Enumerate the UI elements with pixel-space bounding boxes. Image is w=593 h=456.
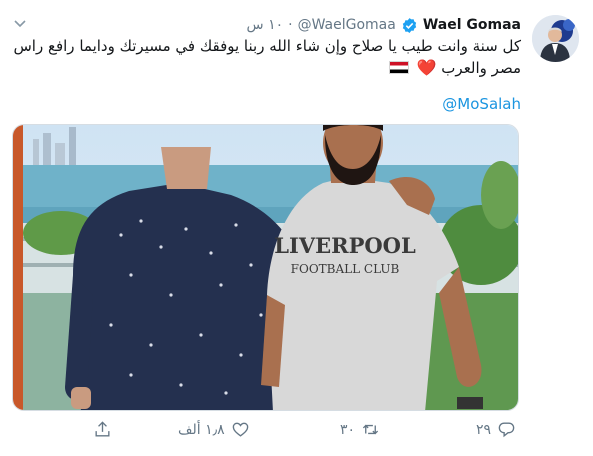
chevron-down-icon[interactable] (12, 15, 28, 31)
tweet-header: Wael Gomaa @WaelGomaa · ١٠ س (247, 14, 521, 36)
tweet-text-line1: كل سنة وانت طيب يا صلاح وإن شاء الله ربن… (13, 37, 522, 55)
handle[interactable]: @WaelGomaa (298, 17, 396, 33)
tweet-actions: ١٫٨ ألف ٣٠ ٢٩ (0, 418, 593, 446)
tweet-text: كل سنة وانت طيب يا صلاح وإن شاء الله ربن… (11, 36, 522, 79)
reply-count: ٢٩ (476, 421, 492, 438)
share-icon (95, 421, 110, 437)
tweet-card[interactable]: Wael Gomaa @WaelGomaa · ١٠ س كل سنة وانت… (0, 0, 593, 456)
shirt-text-line1: LIVERPOOL (274, 233, 416, 258)
avatar[interactable] (532, 15, 579, 62)
shirt-text-line2: FOOTBALL CLUB (291, 262, 400, 276)
verified-badge-icon (402, 17, 417, 33)
reply-button[interactable]: ٢٩ (476, 420, 516, 439)
retweet-button[interactable]: ٣٠ (340, 420, 380, 439)
reply-icon (498, 422, 515, 438)
like-button[interactable]: ١٫٨ ألف (178, 420, 250, 439)
share-button[interactable] (93, 420, 112, 439)
egypt-flag-icon (388, 61, 409, 74)
display-name[interactable]: Wael Gomaa (423, 17, 521, 33)
retweet-count: ٣٠ (340, 421, 356, 438)
tweet-text-line2: مصر والعرب (441, 59, 521, 77)
retweet-icon (362, 424, 379, 435)
timestamp[interactable]: ١٠ س (247, 17, 284, 33)
like-icon (232, 422, 249, 437)
like-count: ١٫٨ ألف (178, 421, 225, 438)
mention-link[interactable]: @MoSalah (442, 95, 521, 113)
heart-emoji: ❤️ (416, 58, 437, 77)
separator-dot: · (288, 17, 293, 33)
tweet-photo[interactable]: LIVERPOOL FOOTBALL CLUB (12, 124, 519, 411)
tweet-text-line2-row: مصر والعرب ❤️ (11, 57, 521, 79)
